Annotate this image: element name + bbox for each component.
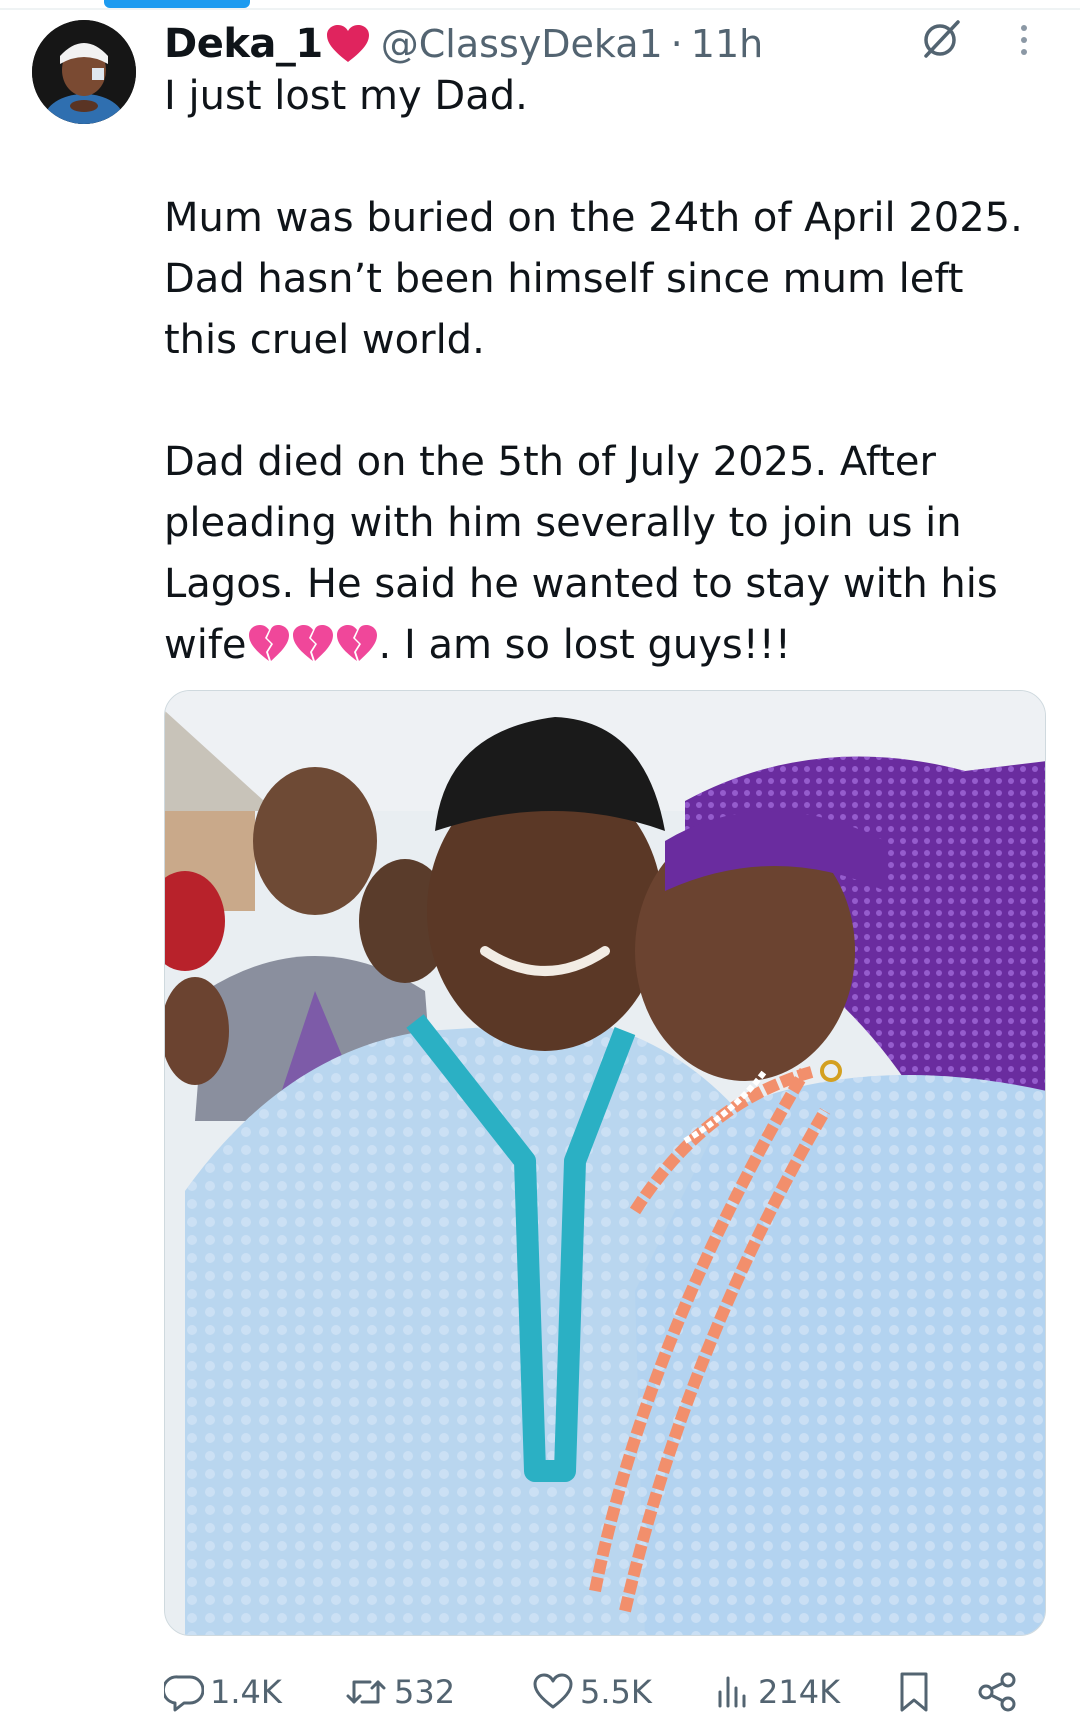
timestamp[interactable]: 11h bbox=[691, 22, 763, 66]
broken-heart-icon bbox=[335, 621, 379, 661]
tweet-header: Deka_1 @ClassyDeka1 · 11h bbox=[164, 16, 763, 72]
tweet-closing-text: . I am so lost guys!!! bbox=[378, 622, 791, 668]
display-name[interactable]: Deka_1 bbox=[164, 21, 323, 67]
share-icon bbox=[978, 1672, 1016, 1712]
bookmark-icon bbox=[900, 1672, 928, 1712]
views-icon bbox=[718, 1676, 746, 1708]
repost-button[interactable]: 532 bbox=[344, 1666, 455, 1718]
repost-count: 532 bbox=[394, 1673, 456, 1711]
reply-icon bbox=[164, 1675, 204, 1712]
views-button[interactable]: 214K bbox=[712, 1666, 840, 1718]
red-heart-icon bbox=[325, 24, 371, 64]
avatar[interactable] bbox=[32, 20, 136, 124]
bookmark-button[interactable] bbox=[894, 1666, 934, 1718]
repost-icon bbox=[346, 1680, 386, 1704]
tab-indicator bbox=[104, 0, 250, 8]
user-handle[interactable]: @ClassyDeka1 bbox=[381, 22, 663, 66]
like-count: 5.5K bbox=[580, 1673, 652, 1711]
tweet-paragraph: I just lost my Dad. bbox=[164, 73, 528, 119]
tweet-photo[interactable] bbox=[164, 690, 1046, 1636]
share-button[interactable] bbox=[976, 1666, 1018, 1718]
action-bar: 1.4K 532 5.5K 214K bbox=[164, 1666, 1026, 1718]
reply-count: 1.4K bbox=[210, 1673, 282, 1711]
view-count: 214K bbox=[758, 1673, 841, 1711]
tweet-paragraph-last: Dad died on the 5th of July 2025. After … bbox=[164, 432, 1044, 676]
more-vertical-icon[interactable] bbox=[1014, 20, 1034, 60]
like-button[interactable]: 5.5K bbox=[532, 1666, 652, 1718]
tweet-text: I just lost my Dad. Mum was buried on th… bbox=[164, 66, 1044, 676]
tweet-paragraph: Mum was buried on the 24th of April 2025… bbox=[164, 195, 1036, 363]
broken-heart-icon bbox=[291, 621, 335, 661]
separator-dot: · bbox=[670, 22, 683, 66]
grok-icon[interactable] bbox=[920, 18, 962, 60]
heart-icon bbox=[533, 1673, 573, 1709]
broken-heart-icon bbox=[247, 621, 291, 661]
reply-button[interactable]: 1.4K bbox=[164, 1666, 282, 1718]
